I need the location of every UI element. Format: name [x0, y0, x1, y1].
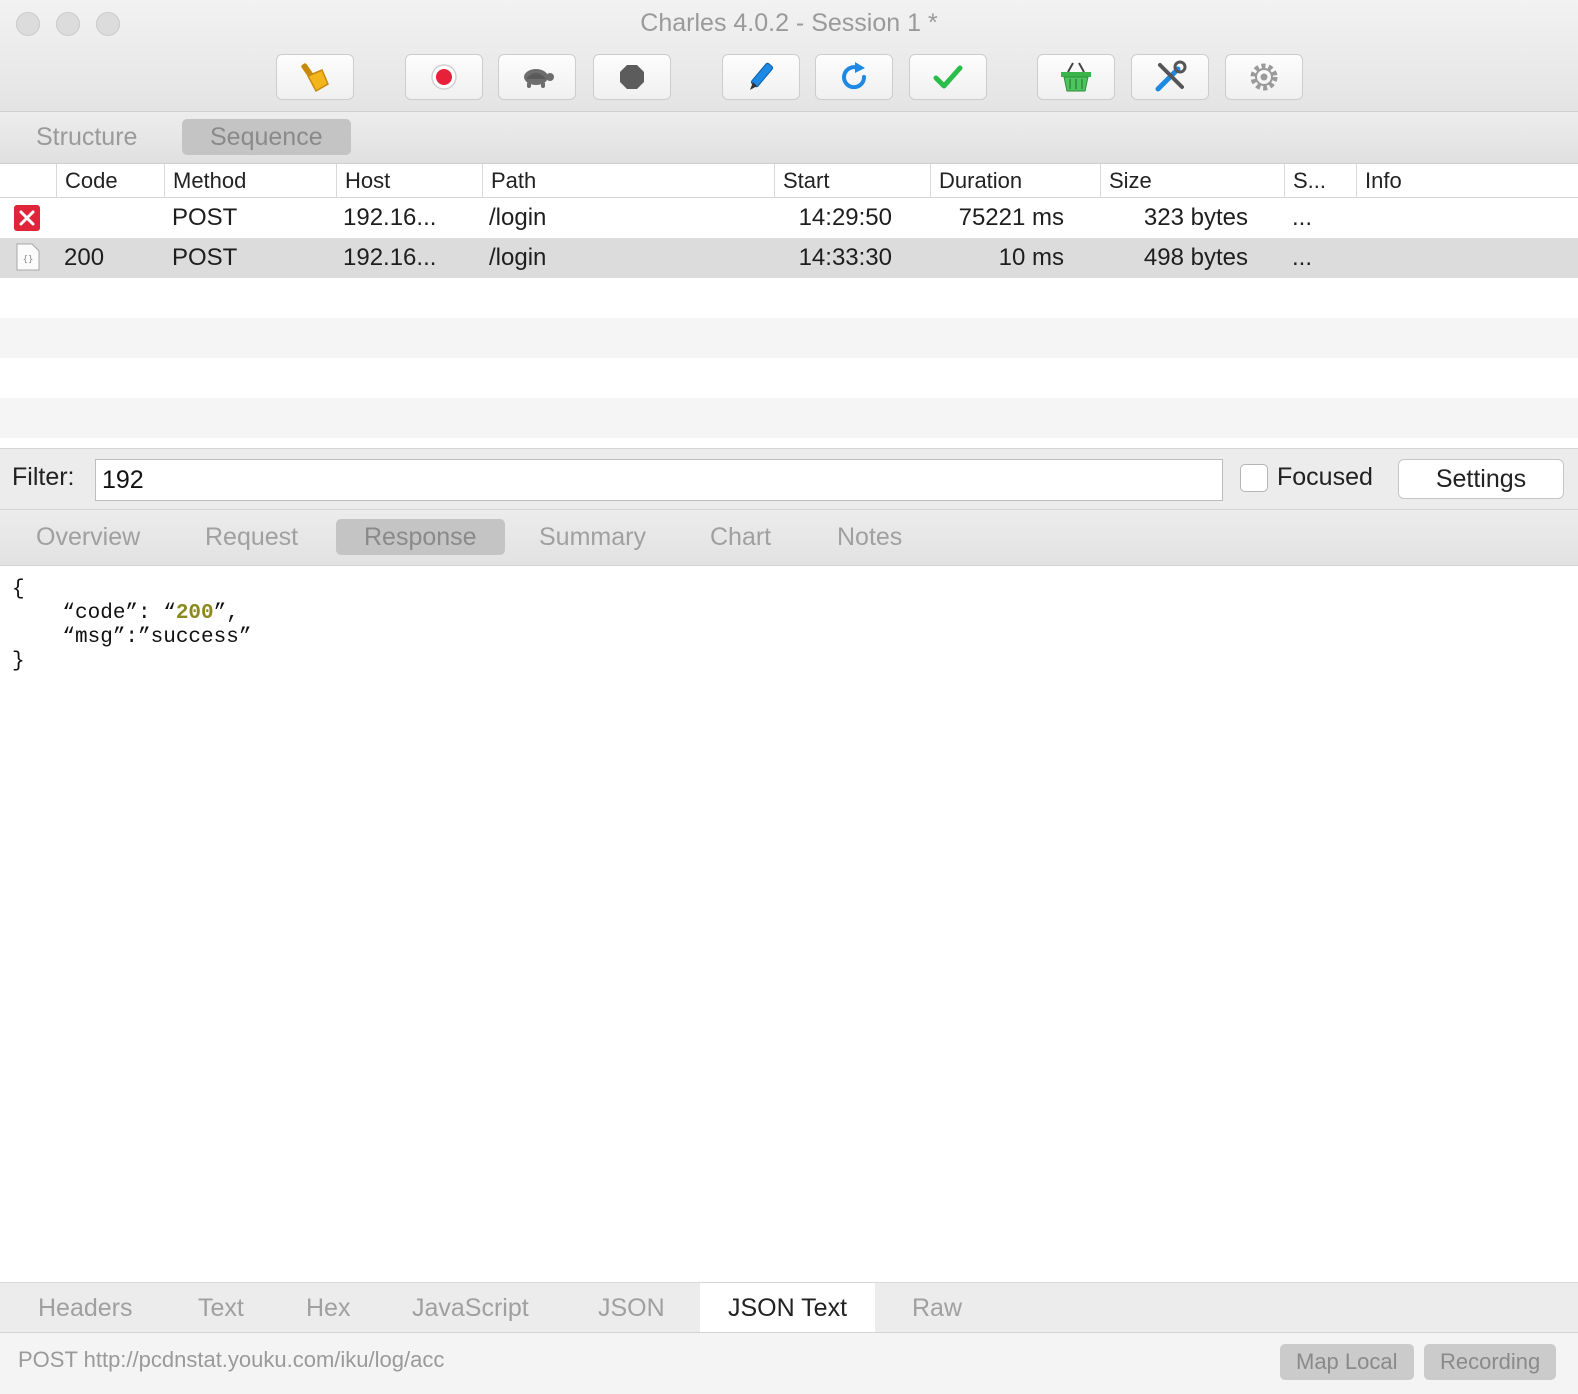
refresh-icon [842, 62, 867, 90]
tab-summary[interactable]: Summary [511, 519, 674, 555]
row-size: 323 bytes [1143, 204, 1248, 231]
turtle-icon [524, 69, 554, 88]
validate-button[interactable] [909, 54, 987, 100]
focused-checkbox[interactable] [1240, 464, 1268, 492]
row-duration: 75221 ms [958, 204, 1064, 231]
empty-row [0, 398, 1578, 438]
error-icon [14, 204, 42, 232]
row-path: /login [489, 244, 547, 271]
table-header: Code Method Host Path Start Duration Siz… [0, 164, 1578, 198]
basket-icon [1061, 62, 1091, 92]
tools-button[interactable] [1131, 54, 1209, 100]
code-line-key: “code”: “ [12, 602, 176, 625]
row-info [1364, 238, 1564, 278]
row-start: 14:33:30 [798, 244, 892, 271]
column-header-size[interactable]: Size [1100, 164, 1284, 198]
breakpoints-button[interactable] [593, 54, 671, 100]
row-code [64, 198, 160, 238]
code-value: 200 [175, 602, 214, 625]
tab-json[interactable]: JSON [570, 1283, 693, 1333]
row-start: 14:29:50 [798, 204, 892, 231]
throttling-button[interactable] [498, 54, 576, 100]
status-bar: POST http://pcdnstat.youku.com/iku/log/a… [0, 1332, 1578, 1394]
tab-text[interactable]: Text [170, 1283, 272, 1333]
column-header-status[interactable]: S... [1284, 164, 1356, 198]
pen-icon [750, 62, 774, 90]
row-info [1364, 198, 1564, 238]
column-header-info[interactable]: Info [1356, 164, 1578, 198]
response-body[interactable]: { “code”: “200”, “msg”:”success” } [12, 578, 251, 674]
row-path: /login [489, 204, 547, 231]
status-text: POST http://pcdnstat.youku.com/iku/log/a… [18, 1347, 445, 1372]
code-line: “msg”:”success” [12, 626, 252, 649]
clear-session-button[interactable] [276, 54, 354, 100]
column-header-duration[interactable]: Duration [930, 164, 1100, 198]
json-file-icon: {} [16, 243, 40, 273]
row-code: 200 [64, 244, 105, 271]
code-line: { [12, 578, 25, 601]
tab-notes[interactable]: Notes [809, 519, 930, 555]
title-bar: Charles 4.0.2 - Session 1 * [0, 0, 1578, 112]
row-status: ... [1292, 244, 1313, 271]
settings-toolbar-button[interactable] [1225, 54, 1303, 100]
repeat-button[interactable] [815, 54, 893, 100]
row-method: POST [172, 204, 238, 231]
column-header-code[interactable]: Code [56, 164, 164, 198]
row-size: 498 bytes [1143, 244, 1248, 271]
filter-bar: Filter: Focused Settings [0, 448, 1578, 510]
tab-structure[interactable]: Structure [8, 119, 165, 155]
map-local-button[interactable]: Map Local [1280, 1344, 1414, 1380]
filter-settings-button[interactable]: Settings [1398, 459, 1564, 499]
column-header-start[interactable]: Start [774, 164, 930, 198]
tab-javascript[interactable]: JavaScript [384, 1283, 557, 1333]
view-tabs: Structure Sequence [0, 112, 1578, 164]
column-header-method[interactable]: Method [164, 164, 336, 198]
gear-icon [1250, 63, 1278, 91]
table-row[interactable]: POST 192.16... /login 14:29:50 75221 ms … [0, 198, 1578, 238]
svg-text:{}: {} [23, 255, 34, 265]
tab-hex[interactable]: Hex [278, 1283, 378, 1333]
check-icon [933, 65, 963, 89]
compose-button[interactable] [722, 54, 800, 100]
detail-tabs: Overview Request Response Summary Chart … [0, 510, 1578, 566]
row-duration: 10 ms [998, 244, 1064, 271]
focused-label: Focused [1277, 463, 1373, 491]
filter-label: Filter: [12, 463, 75, 491]
tab-request[interactable]: Request [177, 519, 326, 555]
tools-icon [1155, 60, 1187, 92]
column-header-host[interactable]: Host [336, 164, 482, 198]
column-header-path[interactable]: Path [482, 164, 774, 198]
code-line-end: ”, [213, 602, 239, 625]
tab-overview[interactable]: Overview [8, 519, 168, 555]
broom-icon [301, 63, 329, 93]
empty-row [0, 318, 1578, 358]
recording-button[interactable]: Recording [1424, 1344, 1557, 1380]
window-title: Charles 4.0.2 - Session 1 * [640, 9, 938, 37]
tab-json-text[interactable]: JSON Text [700, 1283, 876, 1333]
shopping-basket-button[interactable] [1037, 54, 1115, 100]
filter-input[interactable] [95, 459, 1223, 501]
row-host: 192.16... [343, 244, 437, 271]
column-header-icon[interactable] [0, 164, 56, 198]
tab-headers[interactable]: Headers [10, 1283, 161, 1333]
stop-icon [620, 65, 644, 89]
start-recording-button[interactable] [405, 54, 483, 100]
row-method: POST [172, 244, 238, 271]
record-icon [431, 64, 457, 90]
tab-chart[interactable]: Chart [682, 519, 799, 555]
row-host: 192.16... [343, 204, 437, 231]
table-row-selected[interactable]: {} 200 POST 192.16... /login 14:33:30 10… [0, 238, 1578, 278]
body-format-tabs: Headers Text Hex JavaScript JSON JSON Te… [0, 1282, 1578, 1333]
tab-raw[interactable]: Raw [884, 1283, 990, 1333]
code-line: } [12, 650, 25, 673]
row-status: ... [1292, 204, 1313, 231]
tab-response[interactable]: Response [336, 519, 505, 555]
tab-sequence[interactable]: Sequence [182, 119, 351, 155]
